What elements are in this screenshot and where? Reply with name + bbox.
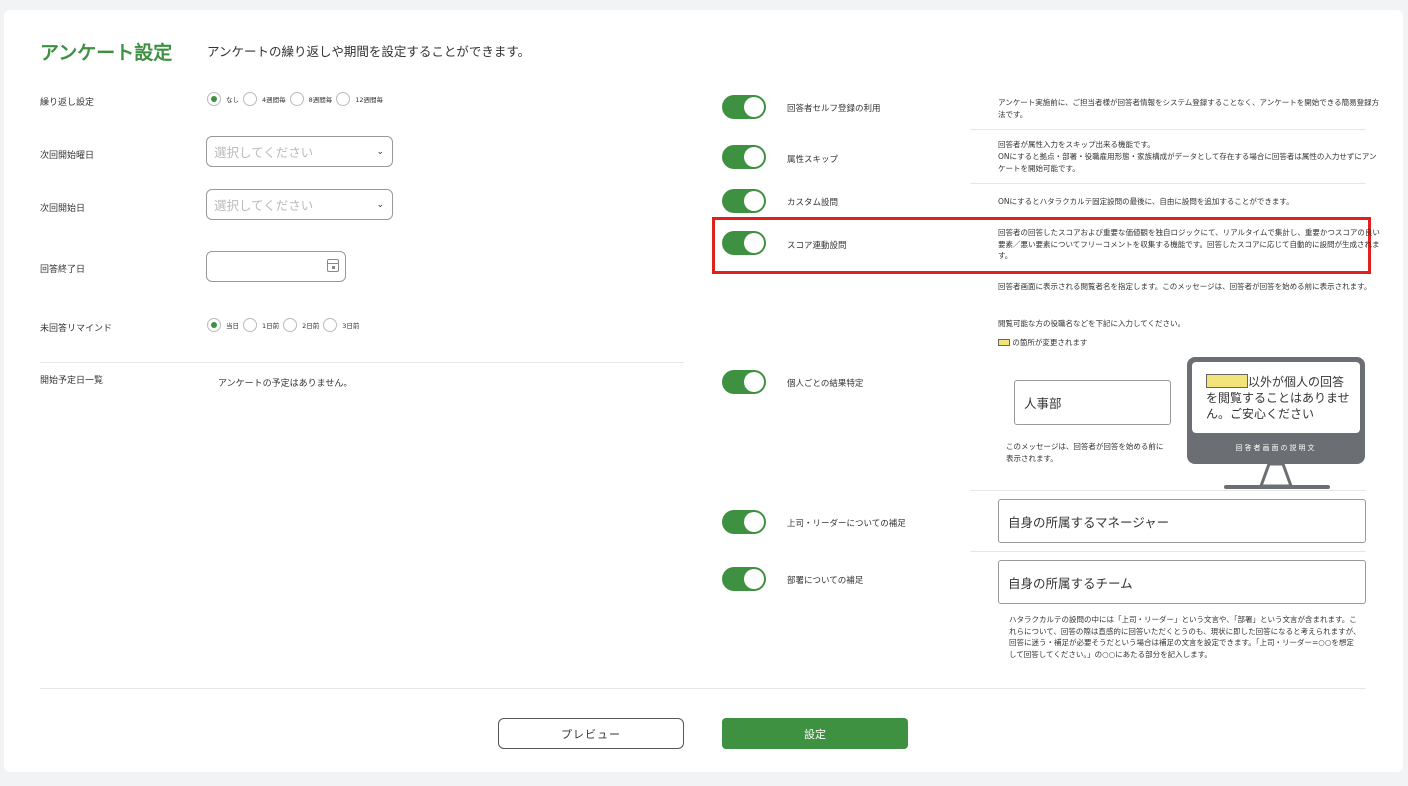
individual-viewer-input[interactable]: 人事部 — [1014, 380, 1171, 425]
self-register-desc: アンケート実施前に、ご担当者様が回答者情報をシステム登録することなく、アンケート… — [998, 98, 1380, 119]
end-date-label: 回答終了日 — [40, 265, 86, 275]
divider — [970, 551, 1366, 552]
skip-attr-label: 属性スキップ — [787, 155, 839, 165]
preview-caption: 回答者画面の説明文 — [1235, 444, 1317, 452]
next-weekday-select[interactable]: 選択してください ⌄ — [206, 136, 393, 167]
preview-screen: 以外が個人の回答を閲覧することはありません。ご安心ください — [1192, 362, 1360, 433]
repeat-option-label: 8週間毎 — [308, 96, 333, 104]
dept-desc: ハタラクカルテの設問の中には「上司・リーダー」という文言や、「部署」という文言が… — [1009, 615, 1361, 659]
calendar-icon[interactable] — [327, 259, 339, 272]
preview-highlight — [1206, 374, 1248, 388]
next-weekday-label: 次回開始曜日 — [40, 151, 95, 161]
divider — [40, 362, 684, 363]
reminder-radio-same-day[interactable] — [207, 318, 221, 332]
highlight-swatch — [998, 339, 1010, 346]
repeat-radio-8w[interactable] — [289, 92, 304, 106]
skip-attr-desc-2: ONにすると拠点・部署・役職雇用形態・家族構成がデータとして存在する場合に回答者… — [998, 152, 1377, 173]
repeat-radio-12w[interactable] — [336, 92, 351, 106]
score-q-desc: 回答者の回答したスコアおよび重要な価値観を独自ロジックにて、リアルタイムで集計し… — [998, 228, 1380, 260]
repeat-option-label: なし — [226, 96, 239, 104]
reminder-option-label: 当日 — [226, 322, 239, 330]
divider — [970, 183, 1366, 184]
individual-label: 個人ごとの結果特定 — [787, 379, 864, 389]
preview-monitor: 以外が個人の回答を閲覧することはありません。ご安心ください 回答者画面の説明文 — [1187, 357, 1365, 464]
reminder-label: 未回答リマインド — [40, 324, 113, 334]
boss-toggle[interactable] — [722, 510, 766, 534]
next-weekday-placeholder: 選択してください — [214, 145, 314, 160]
chevron-down-icon: ⌄ — [376, 199, 384, 210]
end-date-input[interactable] — [206, 251, 346, 282]
reminder-radio-1d[interactable] — [243, 318, 257, 332]
monitor-stand-icon — [1258, 462, 1294, 488]
page-subtitle: アンケートの繰り返しや期間を設定することができます。 — [207, 44, 531, 59]
monitor-stand — [1258, 462, 1294, 488]
boss-input[interactable]: 自身の所属するマネージャー — [998, 499, 1366, 543]
self-register-toggle[interactable] — [722, 95, 766, 119]
page-title: アンケート設定 — [40, 42, 173, 64]
individual-toggle[interactable] — [722, 370, 766, 394]
reminder-option-label: 3日前 — [342, 322, 360, 330]
repeat-option-label: 4週間毎 — [262, 96, 286, 104]
repeat-label: 繰り返し設定 — [40, 98, 95, 108]
custom-q-desc: ONにするとハタラクカルテ固定設問の最後に、自由に設問を追加することができます。 — [998, 197, 1294, 206]
monitor-base — [1224, 485, 1330, 489]
custom-q-label: カスタム設問 — [787, 198, 839, 208]
score-q-toggle[interactable] — [722, 231, 766, 255]
repeat-radio-4w[interactable] — [243, 92, 257, 106]
schedule-empty-text: アンケートの予定はありません。 — [218, 379, 353, 389]
preview-button[interactable]: プレビュー — [498, 718, 684, 749]
repeat-radio-group: なし 4週間毎 8週間毎 12週間毎 — [207, 92, 387, 106]
boss-label: 上司・リーダーについての補足 — [787, 519, 906, 529]
dept-toggle[interactable] — [722, 567, 766, 591]
individual-legend-text: の箇所が変更されます — [1012, 338, 1088, 347]
divider — [970, 490, 1366, 491]
skip-attr-desc-1: 回答者が属性入力をスキップ出来る機能です。 — [998, 140, 1155, 149]
reminder-radio-group: 当日 1日前 2日前 3日前 — [207, 318, 363, 332]
custom-q-toggle[interactable] — [722, 189, 766, 213]
score-q-label: スコア連動設問 — [787, 241, 847, 251]
skip-attr-toggle[interactable] — [722, 145, 766, 169]
dept-label: 部署についての補足 — [787, 576, 864, 586]
repeat-radio-none[interactable] — [207, 92, 221, 106]
next-start-label: 次回開始日 — [40, 204, 86, 214]
reminder-radio-2d[interactable] — [283, 318, 298, 332]
reminder-option-label: 2日前 — [302, 322, 320, 330]
self-register-label: 回答者セルフ登録の利用 — [787, 104, 881, 114]
schedule-label: 開始予定日一覧 — [40, 376, 104, 386]
repeat-option-label: 12週間毎 — [355, 96, 384, 104]
reminder-option-label: 1日前 — [262, 322, 280, 330]
reminder-radio-3d[interactable] — [323, 318, 338, 332]
submit-button[interactable]: 設定 — [722, 718, 908, 749]
individual-note: このメッセージは、回答者が回答を始める前に表示されます。 — [1006, 442, 1164, 463]
next-start-placeholder: 選択してください — [214, 198, 314, 213]
divider — [40, 688, 1366, 689]
individual-legend: の箇所が変更されます — [998, 337, 1383, 349]
next-start-select[interactable]: 選択してください ⌄ — [206, 189, 393, 220]
dept-input[interactable]: 自身の所属するチーム — [998, 560, 1366, 604]
individual-desc-1: 回答者画面に表示される閲覧者名を指定します。このメッセージは、回答者が回答を始め… — [998, 282, 1372, 291]
divider — [970, 129, 1366, 130]
chevron-down-icon: ⌄ — [376, 146, 384, 157]
individual-desc-2: 閲覧可能な方の役職名などを下記に入力してください。 — [998, 319, 1186, 328]
